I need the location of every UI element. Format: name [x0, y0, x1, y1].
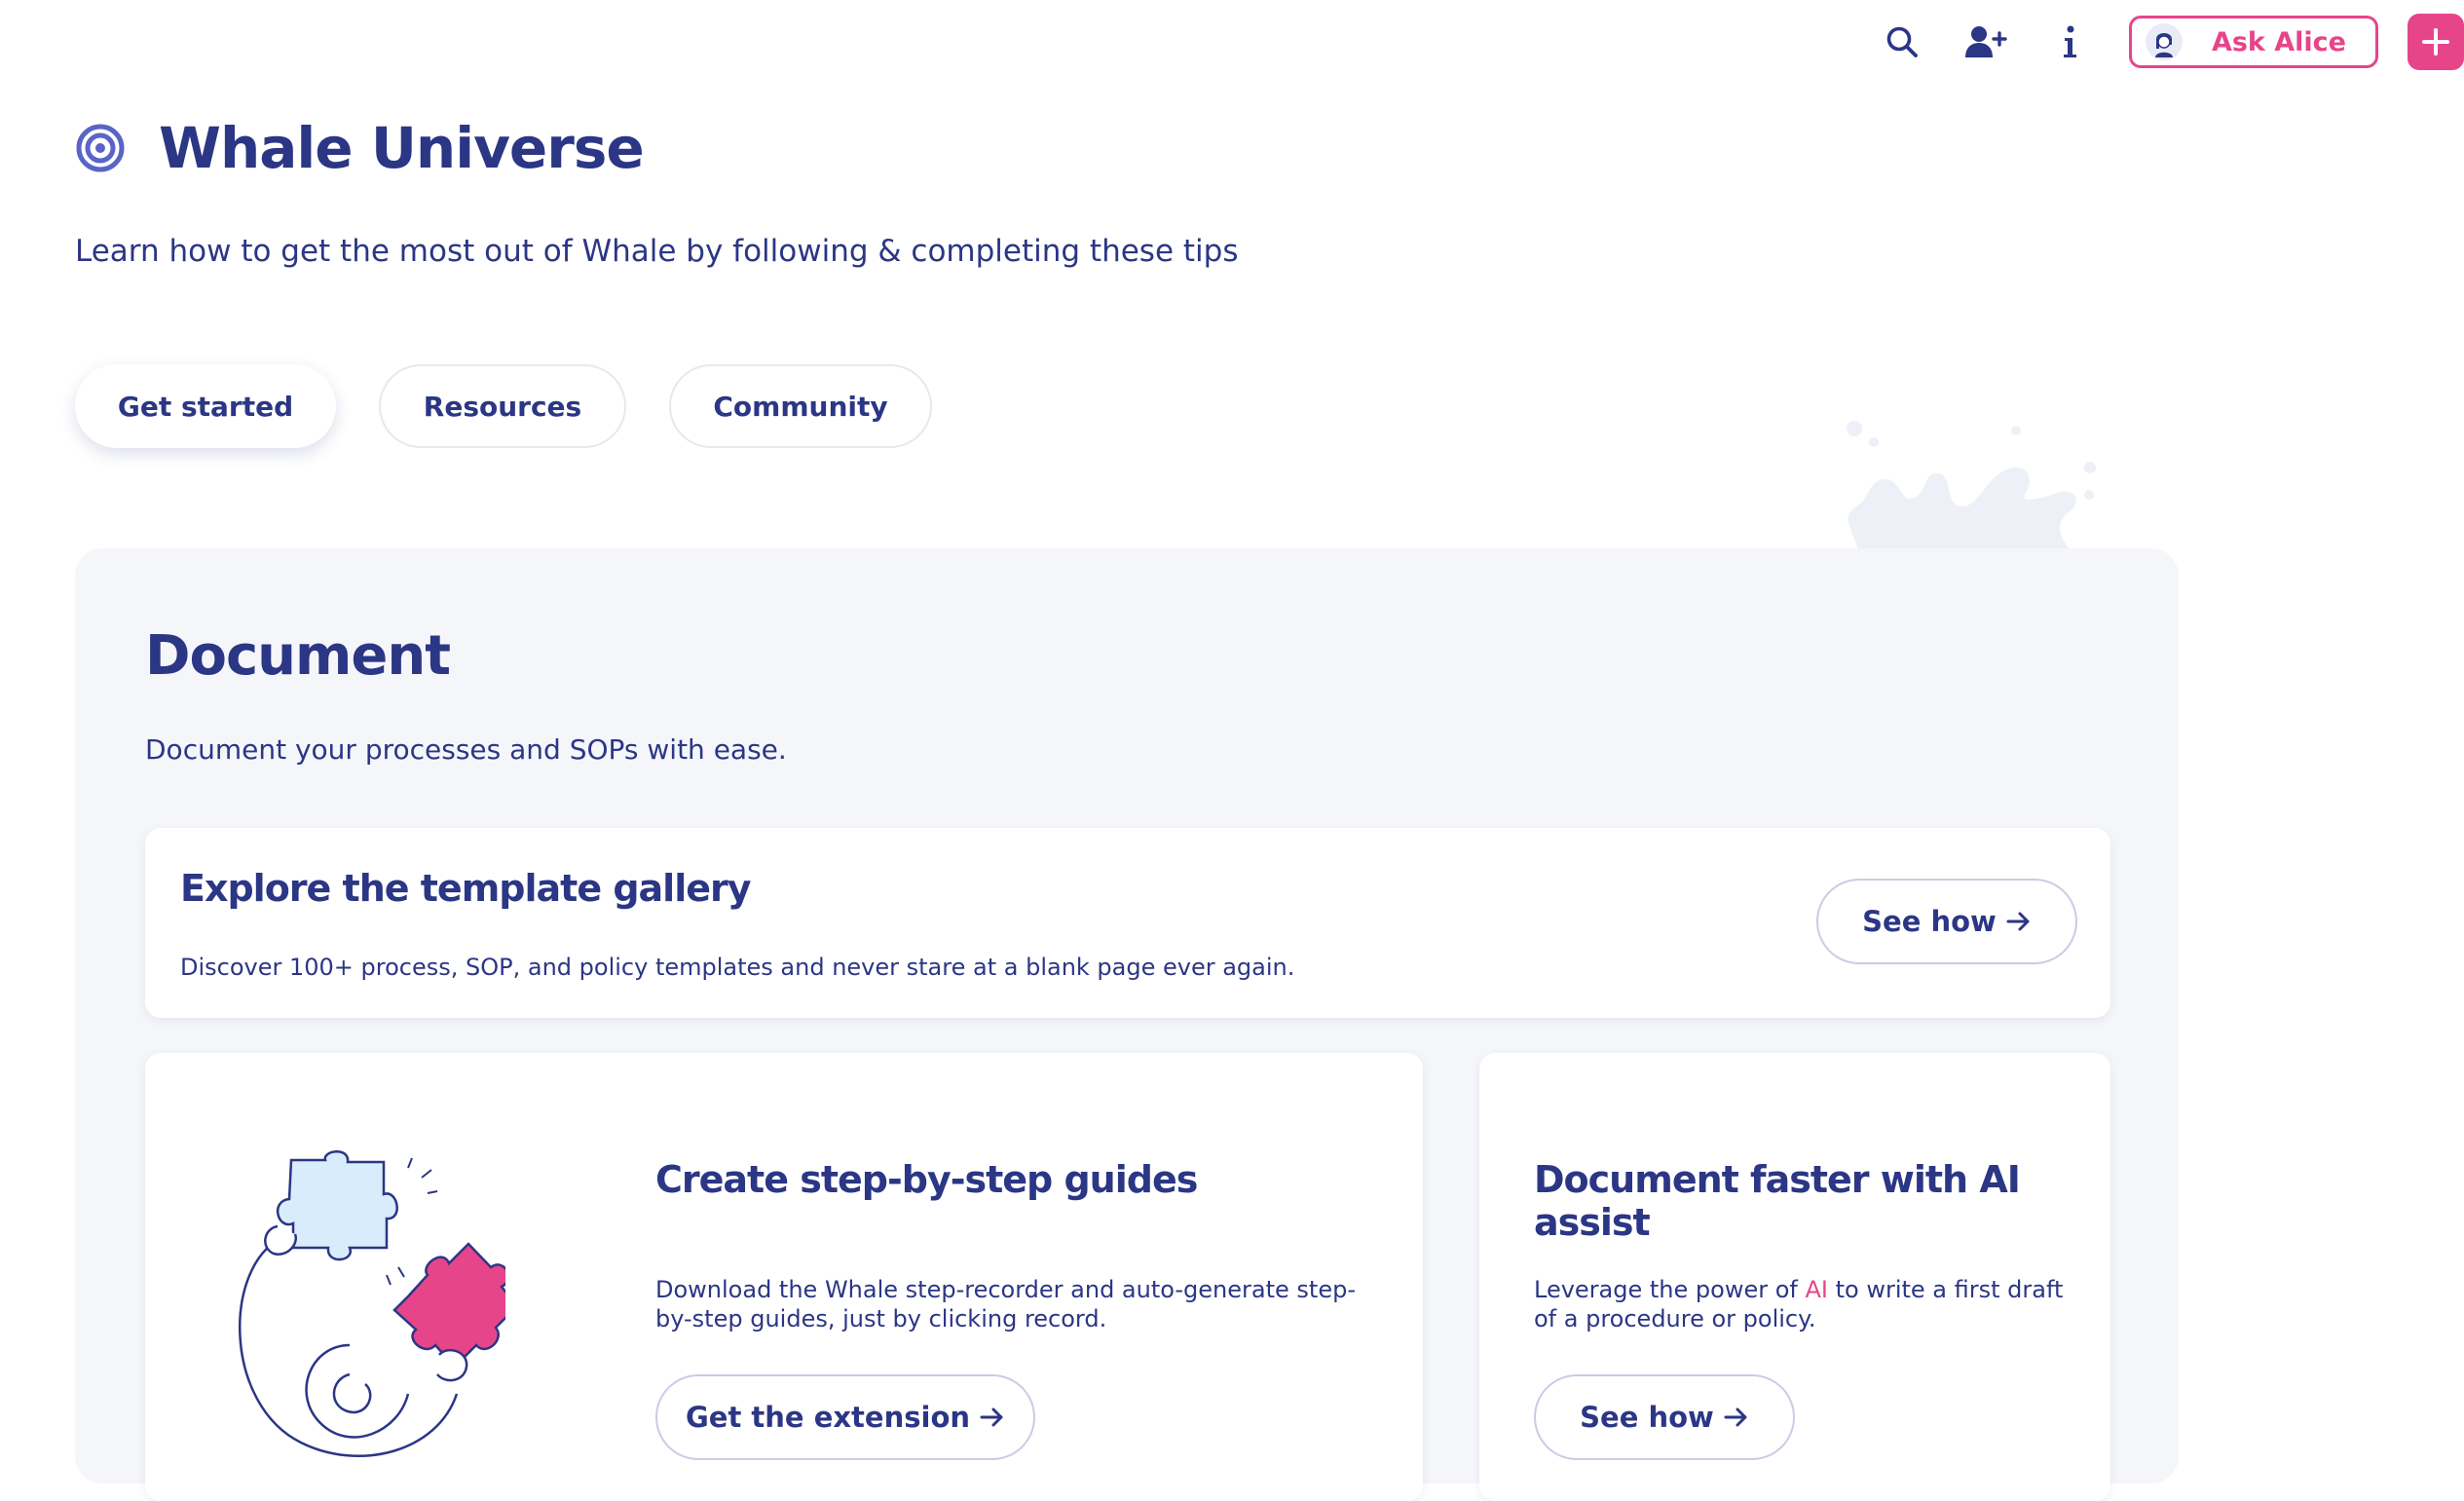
ai-assist-description-post: to write a first draft: [1827, 1276, 2064, 1303]
document-section: Document Document your processes and SOP…: [75, 548, 2179, 1501]
ai-assist-see-how-button[interactable]: See how: [1534, 1374, 1795, 1460]
step-guides-card: Create step-by-step guides Download the …: [145, 1053, 1423, 1501]
tab-community[interactable]: Community: [669, 364, 932, 448]
create-new-button[interactable]: [2408, 14, 2464, 70]
target-icon: [76, 124, 125, 172]
step-guides-title: Create step-by-step guides: [655, 1158, 1198, 1201]
see-how-label: See how: [1580, 1401, 1714, 1434]
get-extension-label: Get the extension: [685, 1401, 971, 1434]
page-header: Whale Universe: [75, 115, 645, 181]
ai-assist-description-line1: Leverage the power of AI to write a firs…: [1534, 1275, 2063, 1304]
add-user-icon[interactable]: [1958, 14, 2014, 70]
top-bar: Ask Alice: [1874, 14, 2464, 70]
step-guides-description-line2: by-step guides, just by clicking record.: [655, 1305, 1107, 1332]
section-title: Document: [145, 624, 451, 688]
template-gallery-see-how-button[interactable]: See how: [1816, 879, 2077, 964]
page-title: Whale Universe: [159, 115, 645, 181]
ai-assist-title: Document faster with AI assist: [1534, 1158, 2021, 1244]
arrow-right-icon: [2006, 911, 2032, 932]
ai-assist-description-pre: Leverage the power of: [1534, 1276, 1806, 1303]
get-extension-button[interactable]: Get the extension: [655, 1374, 1035, 1460]
ai-assist-description-line2: of a procedure or policy.: [1534, 1305, 1816, 1332]
splash-decoration: [1847, 421, 2096, 555]
step-guides-description-line1: Download the Whale step-recorder and aut…: [655, 1276, 1356, 1303]
plus-icon: [2422, 28, 2449, 56]
ai-highlight: AI: [1805, 1276, 1828, 1303]
see-how-label: See how: [1862, 905, 1997, 938]
alice-avatar: [2145, 23, 2183, 60]
template-gallery-title: Explore the template gallery: [180, 867, 752, 910]
ai-assist-description: Leverage the power of AI to write a firs…: [1534, 1275, 2063, 1333]
section-description: Document your processes and SOPs with ea…: [145, 733, 787, 766]
step-guides-description: Download the Whale step-recorder and aut…: [655, 1275, 1356, 1333]
ask-alice-button[interactable]: Ask Alice: [2128, 16, 2378, 68]
puzzle-illustration: [239, 1150, 505, 1457]
tab-resources[interactable]: Resources: [379, 364, 626, 448]
tab-bar: Get started Resources Community: [75, 364, 975, 448]
ai-assist-card: Document faster with AI assist Leverage …: [1479, 1053, 2110, 1501]
template-gallery-card: Explore the template gallery Discover 10…: [145, 828, 2110, 1018]
template-gallery-description: Discover 100+ process, SOP, and policy t…: [180, 954, 1295, 981]
tab-get-started[interactable]: Get started: [75, 364, 336, 448]
arrow-right-icon: [1724, 1407, 1749, 1428]
info-icon[interactable]: [2041, 14, 2098, 70]
ask-alice-label: Ask Alice: [2211, 26, 2346, 57]
arrow-right-icon: [980, 1407, 1005, 1428]
page-subtitle: Learn how to get the most out of Whale b…: [75, 234, 1239, 269]
search-icon[interactable]: [1874, 14, 1930, 70]
